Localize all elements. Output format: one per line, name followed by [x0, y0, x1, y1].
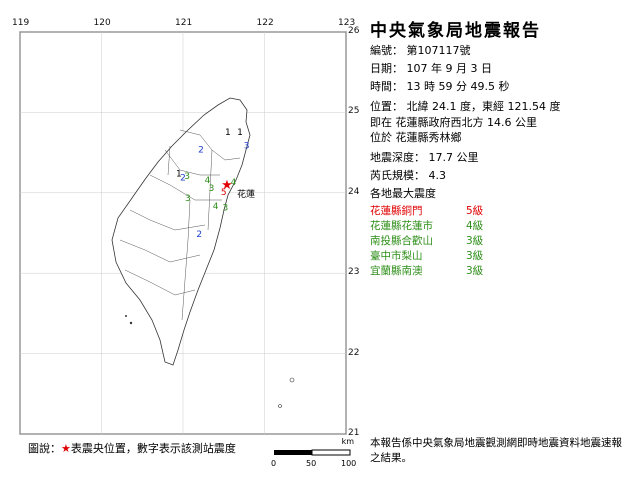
station-row: 花蓮縣花蓮市 4級	[370, 218, 483, 233]
scale-unit: km	[341, 437, 354, 446]
lat-tick-label: 22	[348, 347, 360, 358]
report-date: 日期： 107 年 9 月 3 日	[370, 62, 492, 75]
station-name: 花蓮縣銅門	[370, 205, 423, 217]
city-label-hualien: 花蓮	[237, 188, 255, 200]
lat-tick-label: 24	[348, 186, 360, 197]
scale-tick-0: 0	[271, 459, 277, 468]
intensity-mark: 3	[209, 184, 215, 194]
legend-text: 表震央位置，數字表示該測站震度	[70, 442, 236, 455]
report-footnote: 本報告係中央氣象局地震觀測網即時地震資料地震速報之結果。	[370, 437, 622, 464]
station-row: 南投縣合歡山 3級	[370, 233, 483, 248]
report-title: 中央氣象局地震報告	[370, 21, 541, 41]
station-level: 3級	[466, 235, 484, 247]
station-level: 4級	[466, 220, 484, 232]
station-row: 宜蘭縣南澳 3級	[370, 263, 483, 278]
scale-tick-50: 50	[306, 459, 317, 468]
station-name: 南投縣合歡山	[370, 235, 433, 247]
island	[129, 321, 133, 325]
report-relative: 即在 花蓮縣政府西北方 14.6 公里	[370, 116, 537, 129]
station-row: 臺中市梨山 3級	[370, 248, 483, 263]
report-depth: 地震深度： 17.7 公里	[370, 151, 479, 164]
intensity-mark: 3	[244, 142, 250, 152]
legend-prefix: 圖說：	[28, 442, 61, 455]
station-name: 花蓮縣花蓮市	[370, 220, 433, 232]
station-level: 3級	[466, 265, 484, 277]
intensity-mark: 3	[184, 172, 190, 182]
lon-tick-label: 119	[12, 18, 30, 28]
map-panel: 111222333344453 花蓮 ★ 119 120 121 122 123 26 25…	[0, 0, 362, 480]
scale-bar: km 0 50 100	[268, 437, 358, 471]
lon-tick-label: 122	[256, 18, 274, 28]
intensity-mark: 4	[213, 202, 219, 212]
lon-tick-label: 121	[175, 18, 193, 28]
intensity-mark: 3	[185, 194, 191, 204]
intensity-mark: 3	[223, 203, 229, 213]
lat-tick-label: 25	[348, 106, 360, 117]
legend-star-icon: ★	[61, 442, 71, 455]
intensity-mark: 2	[198, 146, 204, 156]
intensity-mark: 1	[237, 128, 243, 138]
legend-note: 圖說：★表震央位置，數字表示該測站震度	[28, 440, 236, 456]
report-position: 位置： 北緯 24.1 度，東經 121.54 度	[370, 100, 561, 113]
report-magnitude: 芮氏規模： 4.3	[370, 169, 446, 182]
report-number: 編號： 第107117號	[370, 44, 471, 57]
max-intensity-heading: 各地最大震度	[370, 187, 436, 200]
epicenter-star-icon: ★	[221, 178, 233, 193]
station-level: 5級	[466, 205, 484, 217]
station-row: 花蓮縣銅門 5級	[370, 203, 483, 218]
lat-tick-label: 23	[348, 267, 360, 278]
report-time: 時間： 13 時 59 分 49.5 秒	[370, 80, 510, 93]
station-name: 宜蘭縣南澳	[370, 265, 423, 277]
taiwan-map: 1 1122233334 4453 花蓮 ★	[19, 31, 347, 435]
station-name: 臺中市梨山	[370, 250, 423, 262]
lon-tick-label: 120	[93, 18, 111, 28]
intensity-mark: 2	[196, 230, 202, 240]
island	[125, 315, 127, 317]
station-level: 3級	[466, 250, 484, 262]
scale-tick-100: 100	[341, 459, 357, 468]
lat-tick-label: 26	[348, 26, 360, 36]
intensity-mark: 1	[225, 128, 231, 138]
report-located: 位於 花蓮縣秀林鄉	[370, 131, 462, 144]
